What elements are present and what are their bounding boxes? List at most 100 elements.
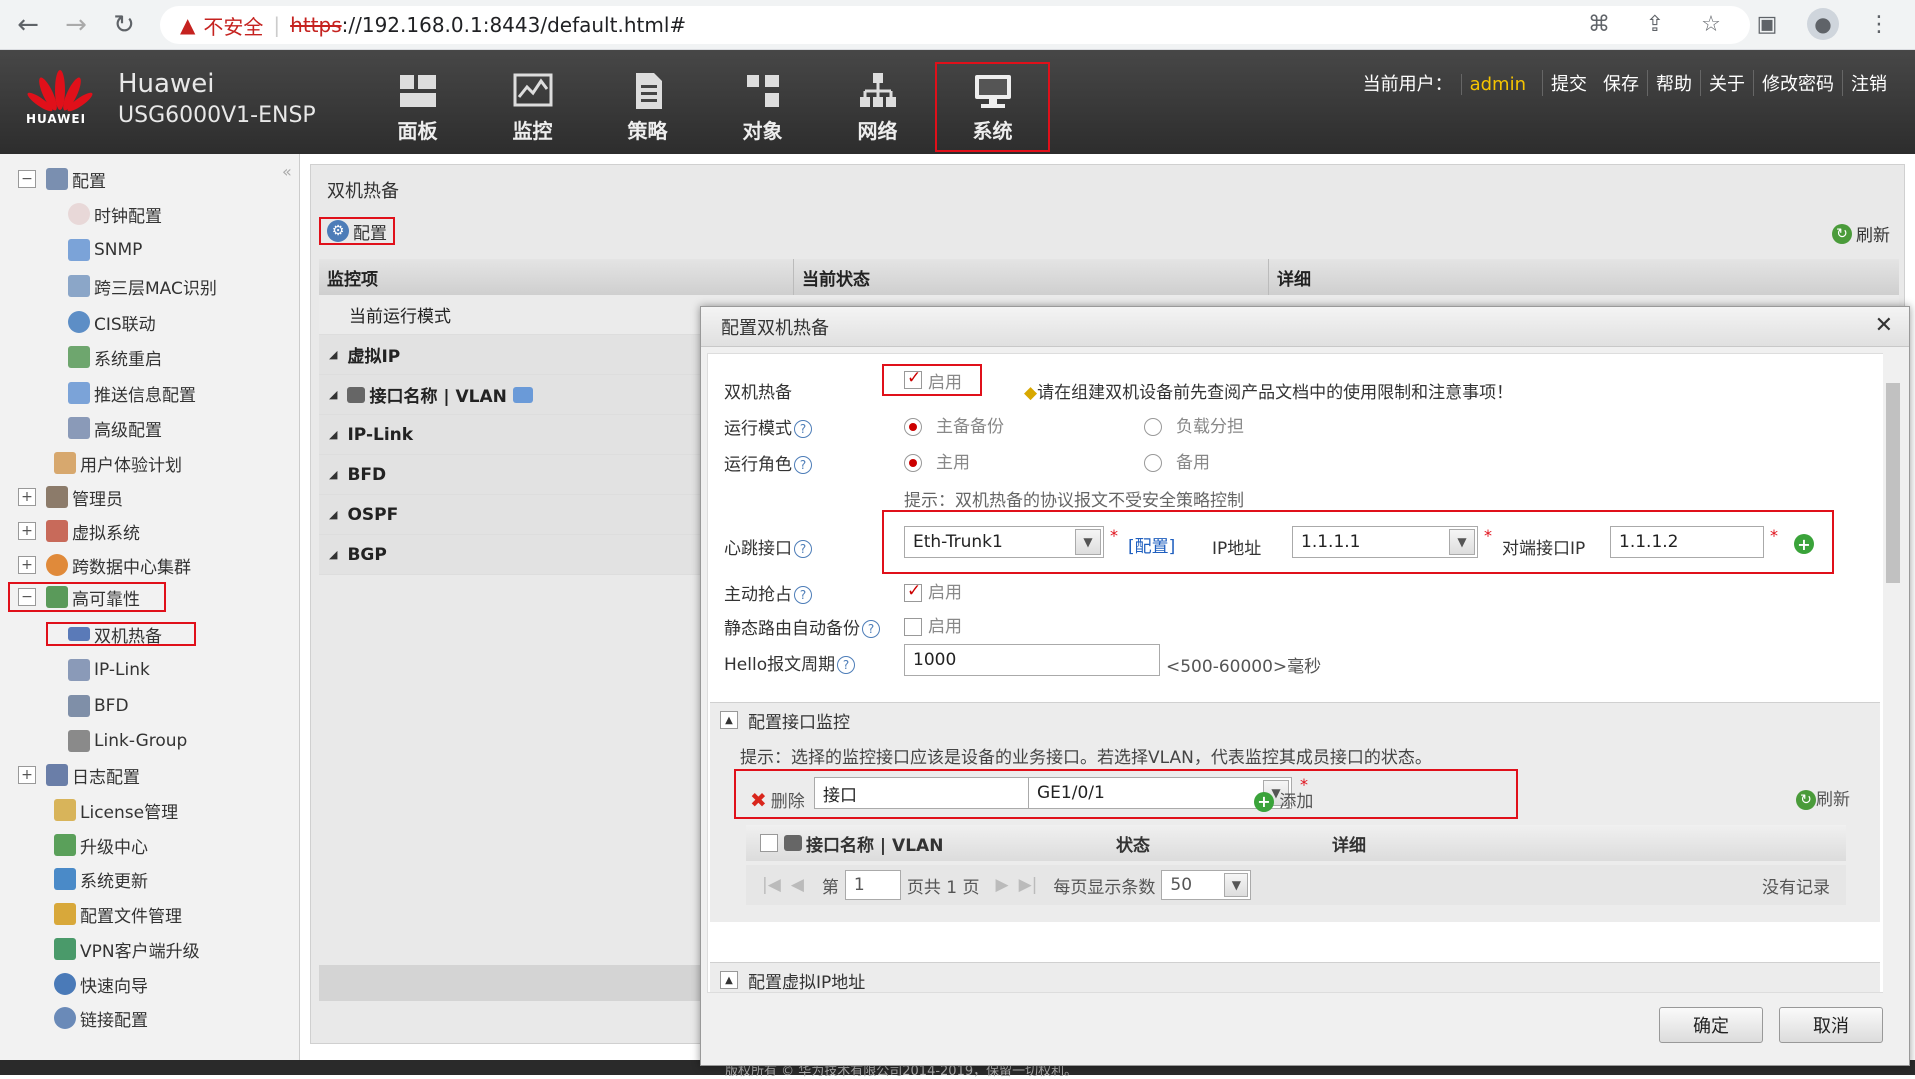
tree-log[interactable]: + 日志配置 — [18, 760, 140, 790]
heartbeat-interface-select[interactable]: Eth-Trunk1 ▼ — [904, 526, 1104, 558]
expand-triangle-icon[interactable]: ◢ — [329, 428, 337, 441]
role-backup-radio[interactable]: 备用 — [1144, 448, 1210, 473]
cancel-button[interactable]: 取消 — [1779, 1007, 1883, 1043]
tree-wizard[interactable]: 快速向导 — [54, 969, 148, 999]
nav-system[interactable]: 系统 — [935, 62, 1050, 152]
menu-icon[interactable]: ⋮ — [1863, 8, 1895, 40]
expand-icon[interactable]: + — [18, 522, 36, 540]
tree-cfgfile[interactable]: 配置文件管理 — [54, 899, 182, 929]
expand-triangle-icon[interactable]: ◢ — [329, 468, 337, 481]
tree-linkcfg[interactable]: 链接配置 — [54, 1003, 148, 1033]
help-icon[interactable]: ? — [862, 620, 880, 638]
tree-mac[interactable]: 跨三层MAC识别 — [68, 271, 217, 301]
refresh-button[interactable]: ↻ 刷新 — [1832, 221, 1890, 246]
ok-button[interactable]: 确定 — [1659, 1007, 1763, 1043]
section-header[interactable]: ▲ 配置虚拟IP地址 — [710, 963, 1880, 992]
checkbox-checked-icon[interactable] — [904, 368, 922, 389]
heartbeat-config-link[interactable]: [配置] — [1128, 532, 1175, 557]
ip-address-select[interactable]: 1.1.1.1 ▼ — [1292, 526, 1478, 558]
monitor-interface-select[interactable]: GE1/0/1 ▼ — [1028, 777, 1292, 809]
chevron-down-icon[interactable]: ▼ — [1224, 873, 1249, 897]
tree-clock[interactable]: 时钟配置 — [68, 199, 162, 229]
section-header[interactable]: ▲ 配置接口监控 — [710, 703, 1880, 737]
prev-page-icon[interactable]: ◀ — [791, 875, 804, 895]
scrollbar-thumb[interactable] — [1886, 383, 1900, 583]
nav-dashboard[interactable]: 面板 — [360, 62, 475, 152]
tree-advanced[interactable]: 高级配置 — [68, 413, 162, 443]
hello-input[interactable]: 1000 — [904, 644, 1160, 676]
add-heartbeat-button[interactable]: + — [1794, 534, 1814, 555]
page-input[interactable]: 1 — [844, 870, 901, 900]
expand-icon[interactable]: + — [18, 556, 36, 574]
star-icon[interactable]: ☆ — [1695, 8, 1727, 40]
tree-reboot[interactable]: 系统重启 — [68, 342, 162, 372]
expand-triangle-icon[interactable]: ◢ — [329, 348, 337, 361]
change-password-link[interactable]: 修改密码 — [1753, 70, 1842, 96]
ha-enable-checkbox[interactable]: 启用 — [882, 364, 982, 396]
back-icon[interactable]: ← — [8, 5, 48, 45]
sidebar-icon[interactable]: ▣ — [1751, 8, 1783, 40]
tree-push[interactable]: 推送信息配置 — [68, 378, 196, 408]
nav-object[interactable]: 对象 — [705, 62, 820, 152]
address-bar[interactable]: ▲ 不安全 | https://192.168.0.1:8443/default… — [160, 6, 1750, 44]
nav-monitor[interactable]: 监控 — [475, 62, 590, 152]
url-text[interactable]: https://192.168.0.1:8443/default.html# — [290, 13, 686, 37]
close-icon[interactable]: ✕ — [1875, 313, 1893, 338]
expand-icon[interactable]: + — [18, 766, 36, 784]
submit-link[interactable]: 提交 — [1542, 70, 1595, 96]
nav-network[interactable]: 网络 — [820, 62, 935, 152]
tree-ha[interactable]: − 高可靠性 — [8, 582, 166, 612]
tree-cis[interactable]: CIS联动 — [68, 307, 156, 337]
tree-snmp[interactable]: SNMP — [68, 235, 142, 265]
forward-icon[interactable]: → — [56, 5, 96, 45]
help-icon[interactable]: ? — [837, 656, 856, 674]
help-icon[interactable]: ? — [794, 586, 812, 604]
tree-vpn[interactable]: VPN客户端升级 — [54, 934, 200, 964]
tree-iplink[interactable]: IP-Link — [68, 655, 150, 685]
next-page-icon[interactable]: ▶ — [996, 875, 1009, 895]
delete-button[interactable]: ✖ 删除 — [750, 787, 805, 812]
select-all-checkbox[interactable] — [760, 834, 778, 852]
tree-license[interactable]: License管理 — [54, 795, 178, 825]
chevron-down-icon[interactable]: ▼ — [1449, 529, 1475, 555]
expand-triangle-icon[interactable]: ◢ — [329, 548, 337, 561]
about-link[interactable]: 关于 — [1700, 70, 1753, 96]
save-link[interactable]: 保存 — [1595, 70, 1647, 96]
nav-policy[interactable]: 策略 — [590, 62, 705, 152]
tree-vsys[interactable]: + 虚拟系统 — [18, 516, 140, 546]
tree-bfd[interactable]: BFD — [68, 691, 129, 721]
expand-triangle-icon[interactable]: ◢ — [329, 388, 337, 401]
help-icon[interactable]: ? — [794, 540, 812, 558]
last-page-icon[interactable]: ▶| — [1019, 875, 1038, 895]
add-button[interactable]: + 添加 — [1254, 787, 1313, 812]
help-link[interactable]: 帮助 — [1647, 70, 1700, 96]
collapse-section-icon[interactable]: ▲ — [720, 711, 738, 729]
mode-active-standby-radio[interactable]: 主备备份 — [904, 412, 1004, 437]
collapse-panel-icon[interactable]: « — [282, 162, 292, 181]
expand-triangle-icon[interactable]: ◢ — [329, 508, 337, 521]
share-icon[interactable]: ⇪ — [1639, 8, 1671, 40]
tree-ux[interactable]: 用户体验计划 — [54, 448, 182, 478]
collapse-icon[interactable]: − — [18, 170, 36, 188]
dialog-scrollbar[interactable] — [1883, 353, 1903, 993]
preempt-checkbox[interactable]: 启用 — [904, 578, 962, 603]
monitor-refresh-button[interactable]: ↻ 刷新 — [1796, 785, 1850, 810]
tree-hot-standby[interactable]: 双机热备 — [46, 622, 196, 647]
tree-update[interactable]: 系统更新 — [54, 864, 148, 894]
collapse-section-icon[interactable]: ▲ — [720, 971, 738, 989]
reload-icon[interactable]: ↻ — [104, 5, 144, 45]
role-master-radio[interactable]: 主用 — [904, 448, 970, 473]
translate-icon[interactable]: ⌘ — [1583, 8, 1615, 40]
tree-config[interactable]: − 配置 — [18, 164, 106, 194]
tree-upgrade[interactable]: 升级中心 — [54, 830, 148, 860]
tree-admin[interactable]: + 管理员 — [18, 482, 123, 512]
help-icon[interactable]: ? — [794, 456, 812, 474]
first-page-icon[interactable]: |◀ — [762, 875, 781, 895]
peer-ip-input[interactable]: 1.1.1.2 — [1610, 526, 1764, 558]
config-button[interactable]: ⚙ 配置 — [319, 217, 395, 245]
chevron-down-icon[interactable]: ▼ — [1075, 529, 1101, 555]
mode-load-share-radio[interactable]: 负载分担 — [1144, 412, 1244, 437]
collapse-icon[interactable]: − — [18, 588, 36, 606]
static-route-checkbox[interactable]: 启用 — [904, 612, 962, 637]
tree-dc[interactable]: + 跨数据中心集群 — [18, 550, 191, 580]
